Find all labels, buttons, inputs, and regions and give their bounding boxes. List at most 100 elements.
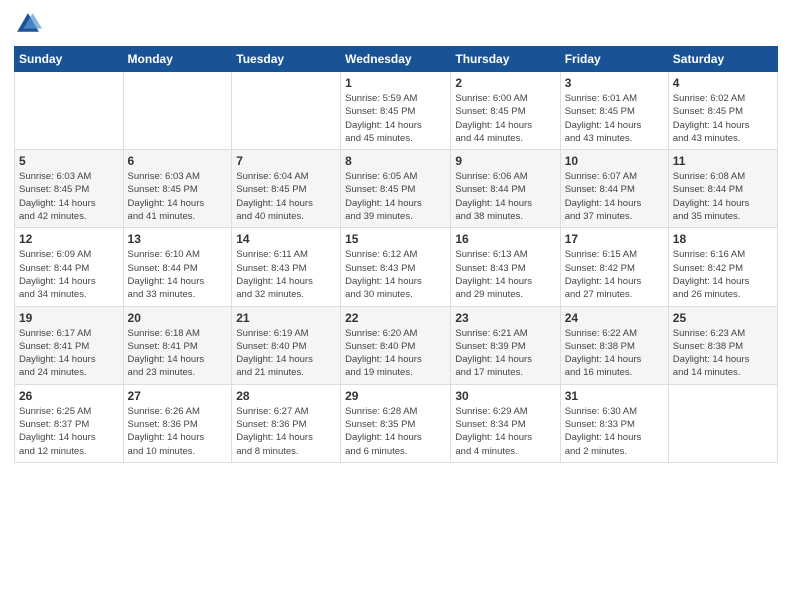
weekday-thursday: Thursday <box>451 47 560 72</box>
day-info: Sunrise: 6:13 AMSunset: 8:43 PMDaylight:… <box>455 248 555 301</box>
calendar-cell: 17 Sunrise: 6:15 AMSunset: 8:42 PMDayligh… <box>560 228 668 306</box>
day-number: 3 <box>565 76 664 90</box>
day-info: Sunrise: 5:59 AMSunset: 8:45 PMDaylight:… <box>345 92 446 145</box>
day-info: Sunrise: 6:19 AMSunset: 8:40 PMDaylight:… <box>236 327 336 380</box>
weekday-monday: Monday <box>123 47 232 72</box>
calendar-cell: 29 Sunrise: 6:28 AMSunset: 8:35 PMDayligh… <box>341 384 451 462</box>
day-number: 29 <box>345 389 446 403</box>
day-info: Sunrise: 6:26 AMSunset: 8:36 PMDaylight:… <box>128 405 228 458</box>
calendar-cell: 20 Sunrise: 6:18 AMSunset: 8:41 PMDayligh… <box>123 306 232 384</box>
day-number: 10 <box>565 154 664 168</box>
day-number: 22 <box>345 311 446 325</box>
week-row-1: 1 Sunrise: 5:59 AMSunset: 8:45 PMDaylight… <box>15 72 778 150</box>
calendar-cell: 8 Sunrise: 6:05 AMSunset: 8:45 PMDaylight… <box>341 150 451 228</box>
calendar-cell: 3 Sunrise: 6:01 AMSunset: 8:45 PMDaylight… <box>560 72 668 150</box>
day-info: Sunrise: 6:12 AMSunset: 8:43 PMDaylight:… <box>345 248 446 301</box>
day-number: 2 <box>455 76 555 90</box>
day-number: 13 <box>128 232 228 246</box>
weekday-header-row: SundayMondayTuesdayWednesdayThursdayFrid… <box>15 47 778 72</box>
header <box>14 10 778 38</box>
day-info: Sunrise: 6:03 AMSunset: 8:45 PMDaylight:… <box>19 170 119 223</box>
day-number: 9 <box>455 154 555 168</box>
weekday-sunday: Sunday <box>15 47 124 72</box>
day-info: Sunrise: 6:17 AMSunset: 8:41 PMDaylight:… <box>19 327 119 380</box>
day-number: 21 <box>236 311 336 325</box>
day-info: Sunrise: 6:08 AMSunset: 8:44 PMDaylight:… <box>673 170 773 223</box>
calendar-cell <box>15 72 124 150</box>
weekday-wednesday: Wednesday <box>341 47 451 72</box>
calendar-cell: 4Sunrise: 6:02 AMSunset: 8:45 PMDaylight… <box>668 72 777 150</box>
day-info: Sunrise: 6:04 AMSunset: 8:45 PMDaylight:… <box>236 170 336 223</box>
day-info: Sunrise: 6:03 AMSunset: 8:45 PMDaylight:… <box>128 170 228 223</box>
calendar-cell: 27 Sunrise: 6:26 AMSunset: 8:36 PMDayligh… <box>123 384 232 462</box>
day-info: Sunrise: 6:29 AMSunset: 8:34 PMDaylight:… <box>455 405 555 458</box>
day-info: Sunrise: 6:05 AMSunset: 8:45 PMDaylight:… <box>345 170 446 223</box>
day-number: 27 <box>128 389 228 403</box>
calendar-cell: 23 Sunrise: 6:21 AMSunset: 8:39 PMDayligh… <box>451 306 560 384</box>
calendar-cell: 26 Sunrise: 6:25 AMSunset: 8:37 PMDayligh… <box>15 384 124 462</box>
day-number: 15 <box>345 232 446 246</box>
week-row-2: 5Sunrise: 6:03 AMSunset: 8:45 PMDaylight… <box>15 150 778 228</box>
day-info: Sunrise: 6:00 AMSunset: 8:45 PMDaylight:… <box>455 92 555 145</box>
calendar-cell: 10Sunrise: 6:07 AMSunset: 8:44 PMDayligh… <box>560 150 668 228</box>
day-number: 17 <box>565 232 664 246</box>
day-info: Sunrise: 6:18 AMSunset: 8:41 PMDaylight:… <box>128 327 228 380</box>
calendar-cell: 25 Sunrise: 6:23 AMSunset: 8:38 PMDayligh… <box>668 306 777 384</box>
day-info: Sunrise: 6:06 AMSunset: 8:44 PMDaylight:… <box>455 170 555 223</box>
calendar-cell: 6Sunrise: 6:03 AMSunset: 8:45 PMDaylight… <box>123 150 232 228</box>
day-number: 28 <box>236 389 336 403</box>
day-info: Sunrise: 6:28 AMSunset: 8:35 PMDaylight:… <box>345 405 446 458</box>
day-info: Sunrise: 6:27 AMSunset: 8:36 PMDaylight:… <box>236 405 336 458</box>
day-info: Sunrise: 6:16 AMSunset: 8:42 PMDaylight:… <box>673 248 773 301</box>
day-info: Sunrise: 6:25 AMSunset: 8:37 PMDaylight:… <box>19 405 119 458</box>
day-number: 1 <box>345 76 446 90</box>
day-info: Sunrise: 6:11 AMSunset: 8:43 PMDaylight:… <box>236 248 336 301</box>
calendar-cell: 19 Sunrise: 6:17 AMSunset: 8:41 PMDayligh… <box>15 306 124 384</box>
day-number: 26 <box>19 389 119 403</box>
day-info: Sunrise: 6:22 AMSunset: 8:38 PMDaylight:… <box>565 327 664 380</box>
day-info: Sunrise: 6:30 AMSunset: 8:33 PMDaylight:… <box>565 405 664 458</box>
logo-icon <box>14 10 42 38</box>
day-number: 31 <box>565 389 664 403</box>
calendar-cell: 1 Sunrise: 5:59 AMSunset: 8:45 PMDaylight… <box>341 72 451 150</box>
day-number: 14 <box>236 232 336 246</box>
day-number: 20 <box>128 311 228 325</box>
calendar-cell: 22 Sunrise: 6:20 AMSunset: 8:40 PMDayligh… <box>341 306 451 384</box>
logo <box>14 10 44 38</box>
day-number: 7 <box>236 154 336 168</box>
calendar-cell: 7 Sunrise: 6:04 AMSunset: 8:45 PMDaylight… <box>232 150 341 228</box>
day-number: 18 <box>673 232 773 246</box>
day-info: Sunrise: 6:10 AMSunset: 8:44 PMDaylight:… <box>128 248 228 301</box>
calendar-cell: 21 Sunrise: 6:19 AMSunset: 8:40 PMDayligh… <box>232 306 341 384</box>
day-info: Sunrise: 6:15 AMSunset: 8:42 PMDaylight:… <box>565 248 664 301</box>
day-info: Sunrise: 6:01 AMSunset: 8:45 PMDaylight:… <box>565 92 664 145</box>
day-number: 30 <box>455 389 555 403</box>
calendar-cell: 15 Sunrise: 6:12 AMSunset: 8:43 PMDayligh… <box>341 228 451 306</box>
week-row-4: 19 Sunrise: 6:17 AMSunset: 8:41 PMDayligh… <box>15 306 778 384</box>
weekday-tuesday: Tuesday <box>232 47 341 72</box>
day-info: Sunrise: 6:20 AMSunset: 8:40 PMDaylight:… <box>345 327 446 380</box>
calendar-cell: 28 Sunrise: 6:27 AMSunset: 8:36 PMDayligh… <box>232 384 341 462</box>
calendar-cell <box>123 72 232 150</box>
calendar-cell: 18 Sunrise: 6:16 AMSunset: 8:42 PMDayligh… <box>668 228 777 306</box>
calendar-cell: 5Sunrise: 6:03 AMSunset: 8:45 PMDaylight… <box>15 150 124 228</box>
day-number: 23 <box>455 311 555 325</box>
week-row-5: 26 Sunrise: 6:25 AMSunset: 8:37 PMDayligh… <box>15 384 778 462</box>
calendar-cell: 12Sunrise: 6:09 AMSunset: 8:44 PMDayligh… <box>15 228 124 306</box>
day-info: Sunrise: 6:21 AMSunset: 8:39 PMDaylight:… <box>455 327 555 380</box>
calendar-cell: 13 Sunrise: 6:10 AMSunset: 8:44 PMDayligh… <box>123 228 232 306</box>
day-number: 12 <box>19 232 119 246</box>
calendar-cell <box>668 384 777 462</box>
day-number: 8 <box>345 154 446 168</box>
day-number: 4 <box>673 76 773 90</box>
day-info: Sunrise: 6:23 AMSunset: 8:38 PMDaylight:… <box>673 327 773 380</box>
calendar-cell: 14 Sunrise: 6:11 AMSunset: 8:43 PMDayligh… <box>232 228 341 306</box>
day-number: 19 <box>19 311 119 325</box>
day-number: 16 <box>455 232 555 246</box>
day-number: 25 <box>673 311 773 325</box>
calendar-cell: 31 Sunrise: 6:30 AMSunset: 8:33 PMDayligh… <box>560 384 668 462</box>
day-number: 11 <box>673 154 773 168</box>
weekday-friday: Friday <box>560 47 668 72</box>
page: SundayMondayTuesdayWednesdayThursdayFrid… <box>0 0 792 612</box>
calendar-cell: 16 Sunrise: 6:13 AMSunset: 8:43 PMDayligh… <box>451 228 560 306</box>
